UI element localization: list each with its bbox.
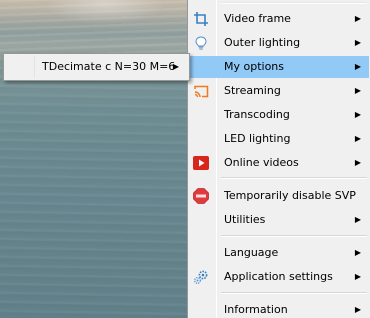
menu-item-label: LED lighting (224, 132, 291, 145)
submenu-arrow-icon: ▶ (354, 272, 361, 281)
menu-item-label: Online videos (224, 156, 299, 169)
menu-item-video-frame[interactable]: Video frame ▶ (190, 8, 369, 30)
menu-item-application-settings[interactable]: Application settings ▶ (190, 266, 369, 288)
menu-item-label: Transcoding (224, 108, 290, 121)
menu-item-utilities[interactable]: Utilities ▶ (190, 209, 369, 231)
menu-item-label: Application settings (224, 270, 333, 283)
submenu-item-label: TDecimate c N=30 M=6 (42, 60, 176, 73)
menu-item-language[interactable]: Language ▶ (190, 242, 369, 264)
menu-item-label: Temporarily disable SVP (224, 189, 356, 202)
submenu-arrow-icon: ▶ (172, 62, 179, 71)
menu-item-label: Utilities (224, 213, 266, 226)
lightbulb-icon (193, 35, 209, 51)
play-icon (193, 155, 209, 171)
submenu-arrow-icon: ▶ (354, 305, 361, 314)
menu-item-outer-lighting[interactable]: Outer lighting ▶ (190, 32, 369, 54)
menu-separator (221, 235, 367, 237)
submenu-arrow-icon: ▶ (354, 38, 361, 47)
menu-separator (221, 177, 367, 179)
menu-item-transcoding[interactable]: Transcoding ▶ (190, 104, 369, 126)
menu-item-temporarily-disable-svp[interactable]: Temporarily disable SVP (190, 185, 369, 207)
my-options-submenu: TDecimate c N=30 M=6 ▶ (3, 53, 190, 81)
menu-item-online-videos[interactable]: Online videos ▶ (190, 152, 369, 174)
menu-item-label: Information (224, 303, 288, 316)
menu-item-label: Video frame (224, 12, 291, 25)
submenu-arrow-icon: ▶ (354, 14, 361, 23)
menu-item-label: Language (224, 246, 279, 259)
menu-item-label: Outer lighting (224, 36, 301, 49)
submenu-item-tdecimate[interactable]: TDecimate c N=30 M=6 ▶ (6, 56, 187, 78)
menu-item-streaming[interactable]: Streaming ▶ (190, 80, 369, 102)
menu-top-edge (221, 2, 367, 4)
menu-item-led-lighting[interactable]: LED lighting ▶ (190, 128, 369, 150)
context-menu: Video frame ▶ Outer lighting ▶ My option… (187, 0, 370, 318)
submenu-arrow-icon: ▶ (354, 86, 361, 95)
crop-frame-icon (193, 11, 209, 27)
submenu-arrow-icon: ▶ (354, 134, 361, 143)
menu-item-label: My options (224, 60, 285, 73)
stop-icon (193, 188, 209, 204)
gears-icon (193, 269, 209, 285)
submenu-arrow-icon: ▶ (354, 215, 361, 224)
menu-separator (221, 292, 367, 294)
menu-item-my-options[interactable]: My options ▶ (190, 56, 369, 78)
menu-item-label: Streaming (224, 84, 281, 97)
menu-item-information[interactable]: Information ▶ (190, 299, 369, 318)
submenu-arrow-icon: ▶ (354, 110, 361, 119)
submenu-arrow-icon: ▶ (354, 158, 361, 167)
cast-icon (193, 83, 209, 99)
submenu-arrow-icon: ▶ (354, 248, 361, 257)
submenu-arrow-icon: ▶ (354, 62, 361, 71)
